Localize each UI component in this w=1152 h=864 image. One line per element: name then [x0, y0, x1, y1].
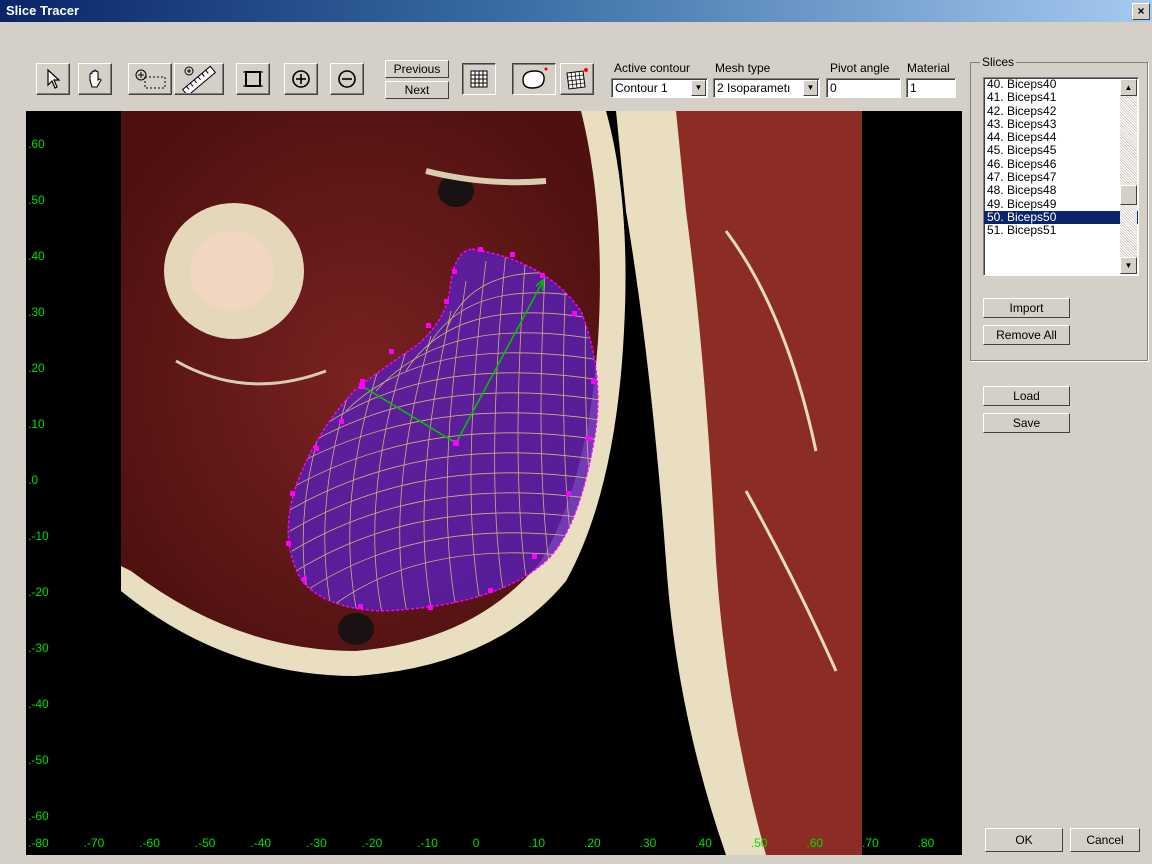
ok-button[interactable]: OK	[985, 828, 1063, 852]
window-title: Slice Tracer	[6, 3, 79, 18]
previous-button[interactable]: Previous	[385, 60, 449, 78]
zoom-box-icon	[135, 69, 166, 89]
y-axis-tick-label: .30	[28, 305, 45, 319]
pivot-angle-input[interactable]: 0	[826, 78, 901, 98]
slices-listbox[interactable]: 40. Biceps40 41. Biceps41 42. Biceps42 43. …	[983, 77, 1139, 276]
pointer-tool-button[interactable]	[36, 63, 70, 95]
x-axis-tick-label: 0	[472, 836, 480, 850]
fit-view-icon	[243, 71, 263, 87]
x-axis-tick-label: .-10	[417, 836, 438, 850]
mesh-type-label: Mesh type	[715, 61, 771, 75]
y-axis-tick-label: .20	[28, 361, 45, 375]
save-button[interactable]: Save	[983, 413, 1070, 433]
active-contour-label: Active contour	[614, 61, 691, 75]
chevron-down-icon[interactable]: ▼	[803, 80, 818, 96]
cancel-button[interactable]: Cancel	[1070, 828, 1140, 852]
y-axis-tick-label: .-60	[28, 809, 49, 823]
x-axis-tick-label: .-20	[361, 836, 383, 850]
x-axis-tick-label: .30	[639, 836, 657, 850]
mesh-tool-button[interactable]	[560, 63, 594, 95]
zoom-out-button[interactable]	[330, 63, 364, 95]
mesh-icon	[566, 68, 588, 90]
active-contour-select[interactable]: Contour 1 ▼	[611, 78, 708, 98]
chevron-down-icon[interactable]: ▼	[691, 80, 706, 96]
list-item[interactable]: 43. Biceps43	[984, 117, 1138, 131]
grid-toggle-button[interactable]	[462, 63, 496, 95]
slices-scrollbar[interactable]: ▲ ▼	[1120, 79, 1137, 274]
remove-all-button[interactable]: Remove All	[983, 325, 1070, 345]
pan-tool-button[interactable]	[78, 63, 112, 95]
list-item[interactable]: 47. Biceps47	[984, 170, 1138, 184]
zoom-box-tool-button[interactable]	[128, 63, 172, 95]
list-item[interactable]: 42. Biceps42	[984, 104, 1138, 118]
zoom-out-icon	[338, 70, 356, 88]
scroll-thumb[interactable]	[1120, 185, 1137, 205]
pivot-angle-label: Pivot angle	[830, 61, 890, 75]
y-axis-tick-label: .0	[28, 473, 39, 487]
zoom-in-icon	[292, 70, 310, 88]
list-item[interactable]: 45. Biceps45	[984, 144, 1138, 158]
x-axis-tick-label: .60	[806, 836, 824, 850]
y-axis-tick-label: .10	[28, 417, 45, 431]
list-item[interactable]: 44. Biceps44	[984, 130, 1138, 144]
x-axis-tick-label: .70	[862, 836, 879, 850]
list-item[interactable]: 49. Biceps49	[984, 197, 1138, 211]
pointer-icon	[47, 68, 61, 89]
list-item[interactable]: 40. Biceps40	[984, 78, 1138, 91]
x-axis-tick-label: .20	[584, 836, 601, 850]
fit-view-button[interactable]	[236, 63, 270, 95]
x-axis-tick-label: .-50	[194, 836, 216, 850]
next-button[interactable]: Next	[385, 81, 449, 99]
x-axis-tick-label: .-80	[28, 836, 49, 850]
y-axis-tick-label: .60	[28, 137, 45, 151]
list-item[interactable]: 51. Biceps51	[984, 223, 1138, 237]
list-item[interactable]: 41. Biceps41	[984, 90, 1138, 104]
y-axis-tick-label: .50	[28, 193, 45, 207]
scroll-up-icon[interactable]: ▲	[1120, 79, 1137, 96]
import-button[interactable]: Import	[983, 298, 1070, 318]
mesh-type-select[interactable]: 2 Isoparametı ▼	[713, 78, 820, 98]
list-item[interactable]: 48. Biceps48	[984, 184, 1138, 198]
title-bar: Slice Tracer ×	[0, 0, 1152, 22]
y-axis-tick-label: .-10	[28, 529, 49, 543]
x-axis-tick-label: .80	[917, 836, 935, 850]
y-axis-tick-label: .-30	[28, 641, 49, 655]
load-button[interactable]: Load	[983, 386, 1070, 406]
active-contour-value: Contour 1	[615, 81, 668, 95]
hand-pan-icon	[89, 69, 102, 88]
ruler-icon	[181, 65, 217, 93]
mesh-type-value: 2 Isoparametı	[717, 81, 791, 95]
slice-viewport[interactable]: .60 .50 .40 .30 .20 .10 .0 .-10 .-20 .-30 .-40 .-50…	[26, 111, 962, 855]
y-axis-tick-label: .-20	[28, 585, 49, 599]
x-axis-tick-label: .-30	[306, 836, 327, 850]
close-button[interactable]: ×	[1132, 3, 1150, 20]
list-item[interactable]: 46. Biceps46	[984, 157, 1138, 171]
slice-image	[121, 111, 862, 855]
x-axis-tick-label: .-60	[139, 836, 160, 850]
slices-group-label: Slices	[980, 55, 1017, 69]
list-item[interactable]: 50. Biceps50	[984, 210, 1138, 225]
material-label: Material	[907, 61, 950, 75]
grid-icon	[470, 70, 488, 88]
x-axis-tick-label: .40	[695, 836, 712, 850]
material-input[interactable]: 1	[906, 78, 956, 98]
contour-icon	[522, 67, 548, 89]
y-axis-tick-label: .-50	[28, 753, 49, 767]
scroll-down-icon[interactable]: ▼	[1120, 257, 1137, 274]
contour-tool-button[interactable]	[512, 63, 556, 95]
x-axis-tick-label: .50	[750, 836, 768, 850]
y-axis-tick-label: .40	[28, 249, 45, 263]
y-axis-tick-label: .-40	[28, 697, 49, 711]
x-axis-tick-label: .-40	[250, 836, 272, 850]
ruler-tool-button[interactable]	[174, 63, 224, 95]
x-axis-tick-label: .-70	[83, 836, 105, 850]
zoom-in-button[interactable]	[284, 63, 318, 95]
x-axis-tick-label: .10	[528, 836, 546, 850]
